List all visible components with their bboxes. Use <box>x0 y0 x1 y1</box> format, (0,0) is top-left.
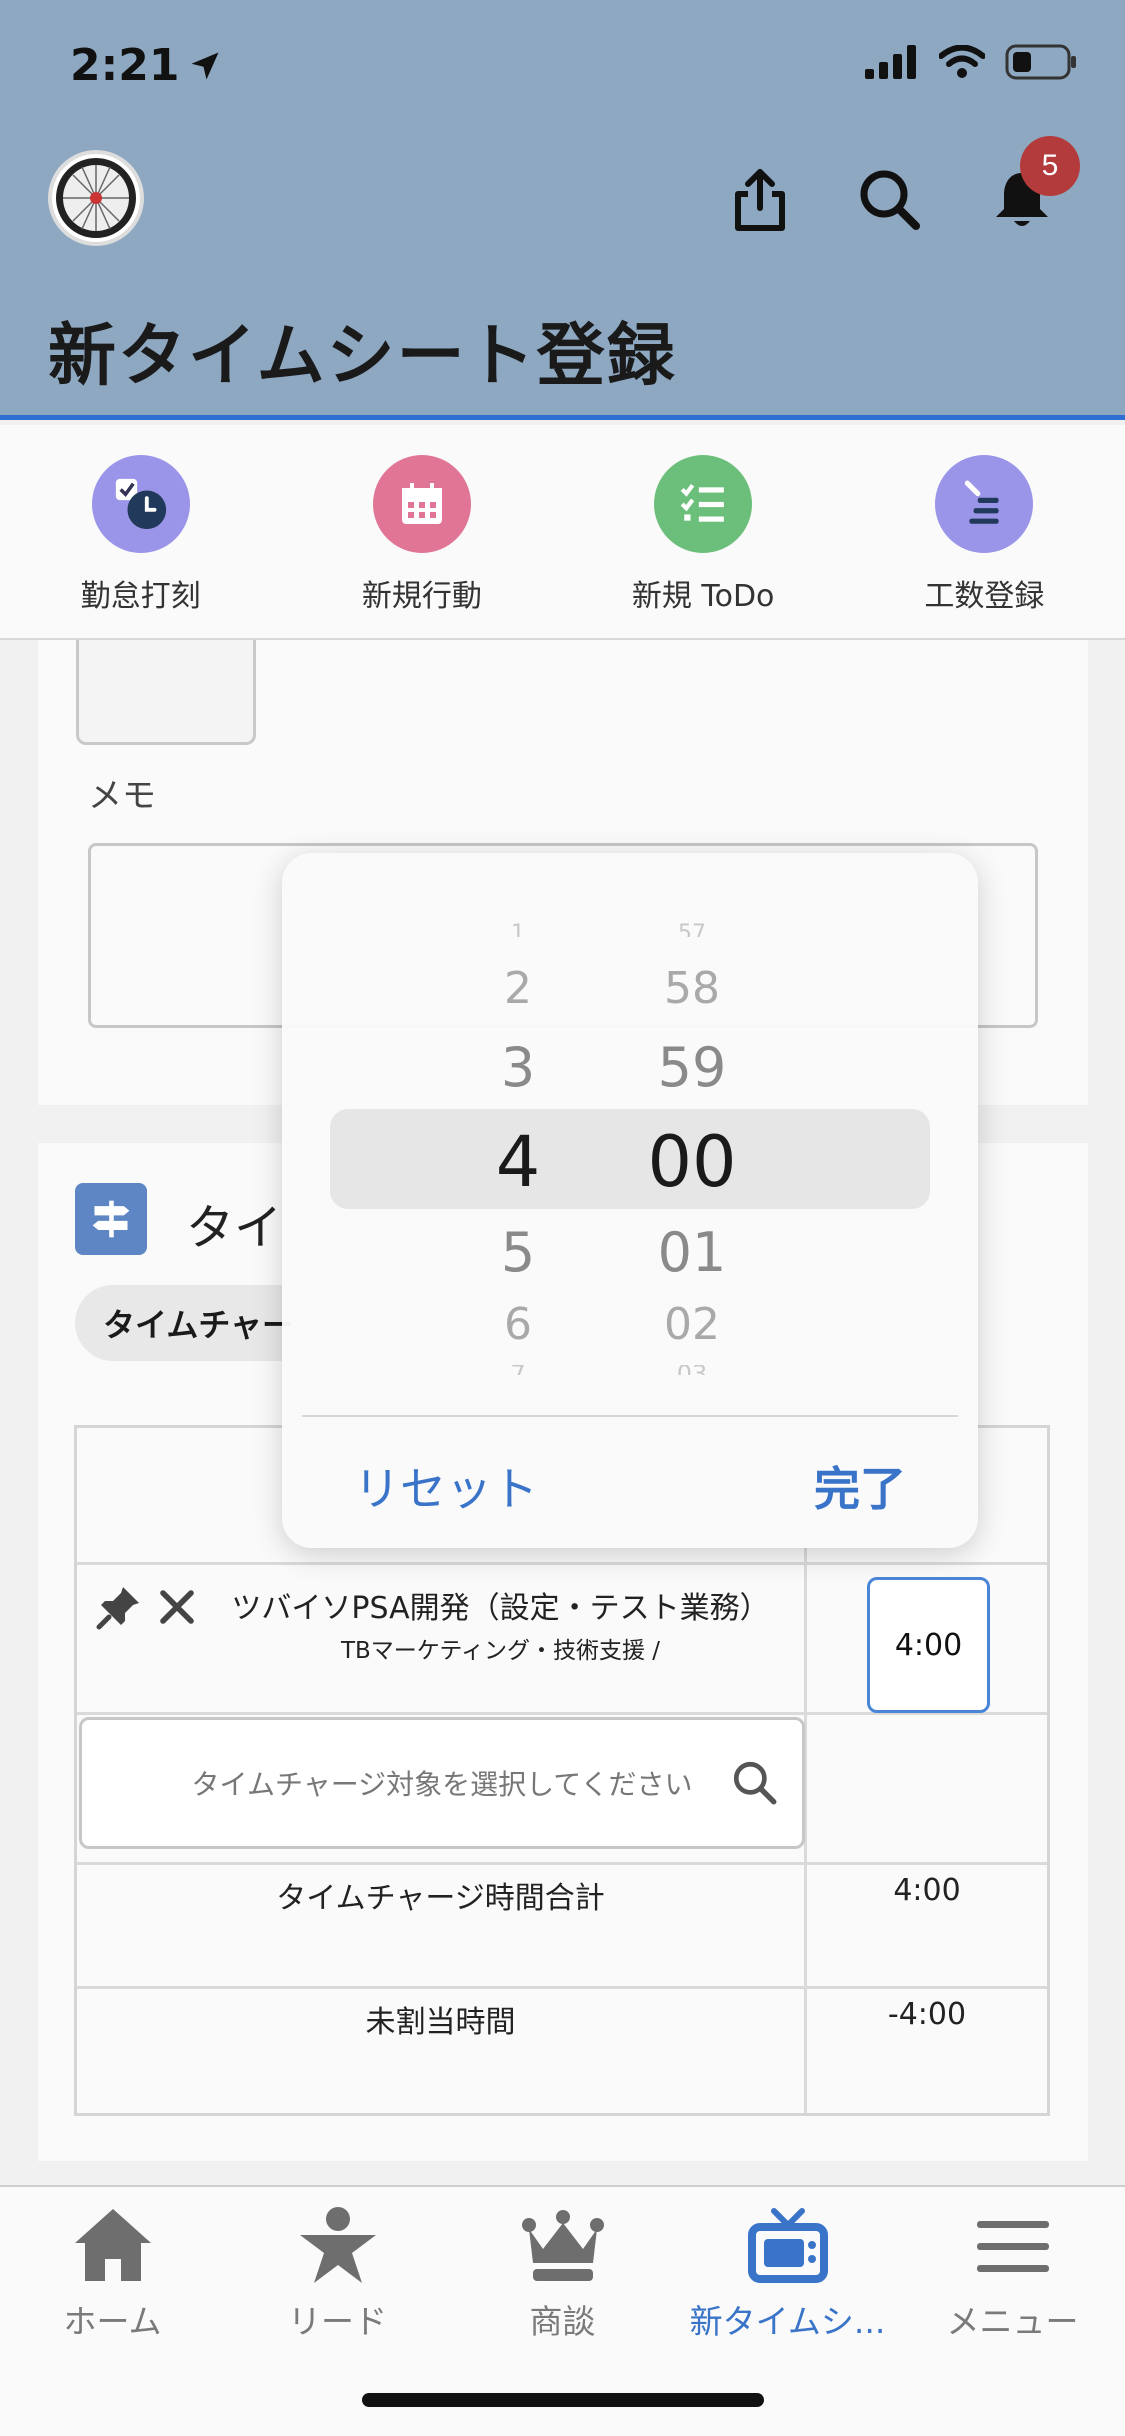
quick-action-attendance[interactable]: 勤怠打刻 <box>0 425 281 638</box>
status-time: 2:21 <box>70 40 223 91</box>
quick-action-label: 勤怠打刻 <box>80 579 201 614</box>
notification-badge: 5 <box>1020 136 1080 196</box>
table-cell: 4:00 <box>807 1865 1047 1986</box>
signpost-icon <box>92 1200 130 1238</box>
share-button[interactable] <box>720 160 800 240</box>
quick-action-label: 工数登録 <box>924 579 1045 614</box>
quick-action-icon-bg <box>91 455 190 553</box>
avatar[interactable] <box>48 150 144 246</box>
table-cell: 未割当時間 <box>77 1989 807 2113</box>
tab-label: 商談 <box>529 2302 596 2341</box>
table-row: ツバイソPSA開発（設定・テスト業務） TBマーケティング・技術支援 / 4:0… <box>77 1565 1047 1715</box>
tab-label: リード <box>288 2302 387 2341</box>
picker-minute-selected[interactable]: 00 <box>612 1121 772 1203</box>
quick-action-label: 新規 ToDo <box>631 579 775 614</box>
total-label: タイムチャージ時間合計 <box>276 1881 605 1916</box>
tab-label: 新タイムシ... <box>689 2302 886 2341</box>
unallocated-value: -4:00 <box>887 1997 967 2032</box>
task-subtitle: TBマーケティング・技術支援 / <box>340 1638 661 1664</box>
share-icon <box>735 169 785 231</box>
quick-action-icon-bg <box>935 455 1034 553</box>
time-picker: 1 2 3 4 5 6 7 57 58 59 00 01 02 03 リセット … <box>282 853 978 1548</box>
crown-icon <box>521 2210 604 2281</box>
table-cell: タイムチャージ時間合計 <box>77 1865 807 1986</box>
app-header: 2:21 5 新タイムシート登録 <box>0 0 1125 420</box>
clock-check-icon <box>115 478 166 530</box>
quick-action-label: 新規行動 <box>361 579 482 614</box>
table-row: 未割当時間 -4:00 <box>77 1989 1047 2113</box>
task-cell: ツバイソPSA開発（設定・テスト業務） TBマーケティング・技術支援 / <box>77 1565 807 1712</box>
stack-pen-icon <box>965 480 999 524</box>
wheel-logo-icon <box>56 158 136 238</box>
quick-action-new-event[interactable]: 新規行動 <box>281 425 562 638</box>
calendar-icon <box>401 483 442 524</box>
page-title: 新タイムシート登録 <box>48 317 677 396</box>
quick-action-new-todo[interactable]: 新規 ToDo <box>563 425 844 638</box>
memo-label: メモ <box>88 776 156 816</box>
status-indicators <box>865 44 1077 80</box>
picker-hour-item[interactable]: 1 <box>458 923 578 937</box>
person-star-icon <box>299 2207 376 2283</box>
picker-done-button[interactable]: 完了 <box>814 1453 906 1519</box>
picker-minute-item[interactable]: 03 <box>612 1365 772 1375</box>
quick-action-effort-register[interactable]: 工数登録 <box>844 425 1125 638</box>
section-icon <box>75 1183 147 1255</box>
hamburger-menu-icon <box>976 2221 1049 2272</box>
picker-hour-item[interactable]: 7 <box>458 1365 578 1375</box>
quick-actions-bar: 勤怠打刻 新規行動 新規 ToDo 工数登録 <box>0 425 1125 640</box>
quick-action-icon-bg <box>654 455 753 553</box>
search-cell: タイムチャージ対象を選択してください <box>77 1715 807 1862</box>
picker-hour-selected[interactable]: 4 <box>458 1121 578 1203</box>
picker-minute-item[interactable]: 02 <box>612 1299 772 1341</box>
battery-icon <box>1005 44 1076 80</box>
status-time-text: 2:21 <box>70 40 180 91</box>
tv-icon <box>747 2208 828 2283</box>
hours-cell: 4:00 <box>807 1565 1047 1713</box>
location-arrow-icon <box>191 52 219 79</box>
picker-minute-item[interactable]: 59 <box>612 1036 772 1099</box>
tab-home[interactable]: ホーム <box>0 2187 225 2436</box>
table-cell: -4:00 <box>807 1989 1047 2113</box>
timecharge-search-input[interactable]: タイムチャージ対象を選択してください <box>79 1717 805 1849</box>
search-icon <box>860 170 920 230</box>
picker-hour-item[interactable]: 5 <box>458 1221 578 1284</box>
table-row: タイムチャージ時間合計 4:00 <box>77 1865 1047 1989</box>
search-icon[interactable] <box>730 1758 780 1808</box>
picker-divider <box>302 1415 958 1417</box>
tab-label: メニュー <box>946 2302 1079 2341</box>
checklist-icon <box>680 484 724 522</box>
total-value: 4:00 <box>893 1873 961 1908</box>
table-row: タイムチャージ対象を選択してください <box>77 1715 1047 1865</box>
picker-minute-item[interactable]: 01 <box>612 1221 772 1284</box>
picker-hour-item[interactable]: 6 <box>458 1299 578 1341</box>
section-title: タイ <box>186 1200 283 1256</box>
quick-action-icon-bg <box>372 455 471 553</box>
picker-minute-item[interactable]: 58 <box>612 963 772 1014</box>
picker-reset-button[interactable]: リセット <box>354 1453 538 1519</box>
picker-wheel[interactable]: 1 2 3 4 5 6 7 57 58 59 00 01 02 03 <box>282 853 978 1413</box>
unallocated-label: 未割当時間 <box>365 2005 516 2040</box>
home-icon <box>74 2209 151 2281</box>
picker-hour-item[interactable]: 3 <box>458 1036 578 1099</box>
attachment-thumbnail[interactable] <box>76 640 256 745</box>
picker-hour-item[interactable]: 2 <box>458 963 578 1014</box>
tab-menu[interactable]: メニュー <box>900 2187 1125 2436</box>
wifi-icon <box>939 45 985 78</box>
search-placeholder: タイムチャージ対象を選択してください <box>191 1768 693 1801</box>
home-indicator <box>362 2393 764 2407</box>
picker-minute-item[interactable]: 57 <box>612 923 772 937</box>
task-name: ツバイソPSA開発（設定・テスト業務） <box>231 1591 770 1626</box>
hours-input[interactable]: 4:00 <box>867 1577 990 1713</box>
signal-icon <box>865 45 916 79</box>
search-button[interactable] <box>850 160 930 240</box>
table-cell <box>807 1715 1047 1862</box>
tab-label: ホーム <box>63 2302 162 2341</box>
